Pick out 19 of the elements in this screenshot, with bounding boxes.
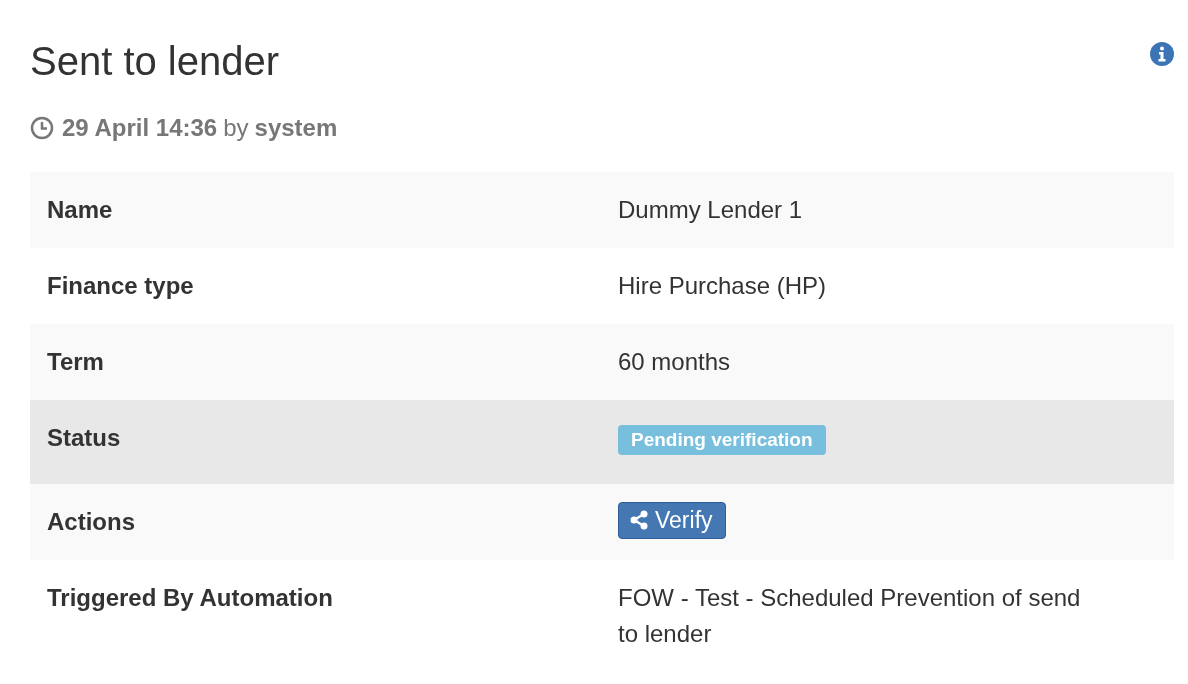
clock-icon: [30, 116, 54, 140]
row-value: Dummy Lender 1: [618, 195, 804, 225]
timestamp: 29 April 14:36: [62, 114, 218, 142]
row-label: Term: [47, 347, 105, 377]
verify-button[interactable]: Verify: [618, 501, 726, 539]
row-label: Finance type: [47, 271, 195, 301]
by-label: by: [223, 114, 249, 142]
row-label: Status: [47, 423, 122, 453]
row-value: FOW - Test - Scheduled Prevention of send to lender: [618, 583, 1082, 649]
row-value: Hire Purchase (HP): [618, 271, 828, 301]
status-badge: Pending verification: [618, 425, 826, 455]
row-label: Name: [47, 195, 114, 225]
author-name: system: [254, 114, 338, 142]
page-title: Sent to lender: [30, 38, 280, 84]
info-icon[interactable]: [1150, 42, 1174, 66]
row-label: Triggered By Automation: [47, 583, 334, 613]
row-label: Actions: [47, 507, 136, 537]
share-icon: [629, 510, 649, 530]
row-value: 60 months: [618, 347, 732, 377]
